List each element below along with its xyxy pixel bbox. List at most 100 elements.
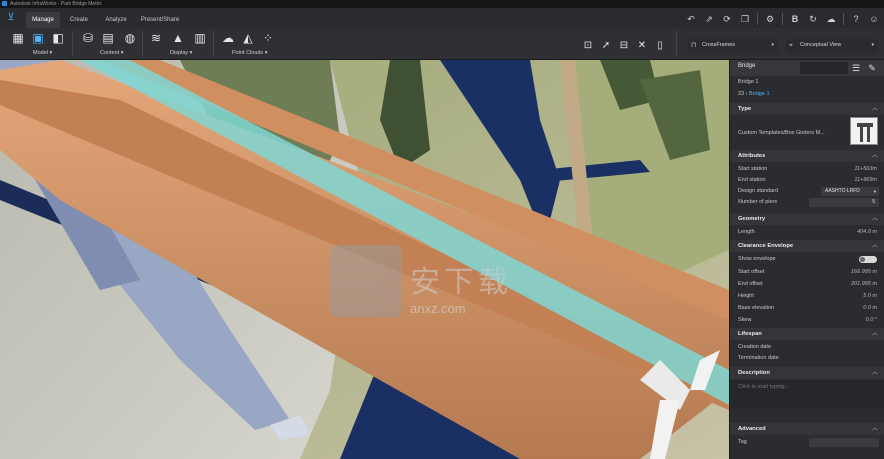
ribbon-divider [142,31,143,57]
start-offset-value[interactable]: 166.995 m [851,267,877,278]
chevron-down-icon: ▾ [873,189,876,194]
tab-create[interactable]: Create [62,12,96,28]
base-elevation-row: Base elevation 0.0 m [730,303,884,314]
sync-icon[interactable]: ↻ [807,13,819,25]
point-cloud-import-icon[interactable]: ☁ [220,30,236,46]
toolbar-divider [757,13,758,25]
panel-header: Bridge ☰ ✎ [730,60,884,76]
infraworks-logo-icon[interactable]: ⊻ [6,12,16,24]
cloud-icon[interactable]: ☁ [825,13,837,25]
end-station-value[interactable]: 11+969m [854,175,877,186]
panel-search-input[interactable] [800,62,848,74]
length-value: 404.0 m [857,229,877,235]
model-properties-icon[interactable]: ▣ [30,30,46,46]
ribbon-divider [213,31,214,57]
data-sources-icon[interactable]: ⛁ [80,30,96,46]
ribbon-divider [676,31,677,57]
layers-icon[interactable]: ≋ [148,30,164,46]
duplicate-icon[interactable]: ❐ [739,13,751,25]
toolbar-divider [782,13,783,25]
section-advanced[interactable]: Advanced ︿ [730,423,884,435]
menu-icon[interactable]: ☰ [850,62,862,74]
creation-date-row[interactable]: Creation date [730,342,884,353]
height-value[interactable]: 5.0 m [863,291,877,302]
watermark: 安下载 anxz.com [330,245,560,335]
num-piers-row: Number of piers 5 [730,197,884,208]
point-cloud-modeling-icon[interactable]: ⁘ [260,30,276,46]
section-lifespan[interactable]: Lifespan ︿ [730,328,884,340]
measure-icon[interactable]: ⊟ [616,38,632,54]
tab-manage[interactable]: Manage [26,12,60,28]
ribbon-divider [72,31,73,57]
point-cloud-terrain-icon[interactable]: ◭ [240,30,256,46]
ribbon-group-display[interactable]: Display ▾ [170,49,192,58]
tab-analyze[interactable]: Analyze [98,12,134,28]
design-standard-select[interactable]: AASHTO LRFD ▾ [821,187,879,196]
skew-value[interactable]: 0.0 ° [866,315,877,326]
chevron-up-icon: ︿ [871,370,878,376]
ribbon-group-point-clouds[interactable]: Point Clouds ▾ [232,49,267,58]
terrain-icon[interactable]: ▲ [170,30,186,46]
properties-panel: Bridge ☰ ✎ Bridge 1 23 › Bridge 1 Type ︿ … [729,60,884,459]
length-row: Length 404.0 m [730,227,884,238]
presentation-icon[interactable]: ⊡ [580,38,596,54]
section-description[interactable]: Description ︿ [730,367,884,379]
3d-viewport[interactable]: 安下载 anxz.com [0,60,729,459]
help-icon[interactable]: ? [850,13,862,25]
chevron-up-icon: ︿ [871,243,878,249]
app-window: Autodesk InfraWorks - Park Bridge Metric… [0,0,884,459]
style-dropdown[interactable]: ⊓ CrossFrames ▾ [688,39,778,52]
ribbon-group-model[interactable]: Model ▾ [33,49,52,58]
tools-icon[interactable]: ✕ [634,38,650,54]
chevron-up-icon: ︿ [871,153,878,159]
start-station-value[interactable]: 11+563m [854,164,877,175]
description-input[interactable]: Click to start typing... [730,380,884,408]
show-envelope-row: Show envelope [730,254,884,265]
undo-icon[interactable]: ↶ [685,13,697,25]
app-logo-icon [2,1,7,6]
tab-present-share[interactable]: Present/Share [136,12,184,28]
section-geometry[interactable]: Geometry ︿ [730,213,884,225]
select-arrow-icon[interactable]: ➚ [598,38,614,54]
globe-icon[interactable]: ◍ [122,30,138,46]
breadcrumb-root[interactable]: 23 [738,91,744,97]
account-icon[interactable]: ☺ [868,13,880,25]
breadcrumb-current[interactable]: Bridge 1 [749,91,770,97]
refresh-icon[interactable]: ⟳ [721,13,733,25]
view-icon: ⌖ [789,42,793,49]
chevron-up-icon: ︿ [871,106,878,112]
settings-gear-icon[interactable]: ⚙ [764,13,776,25]
watermark-subtext: anxz.com [410,301,466,316]
view-dropdown[interactable]: ⌖ Conceptual View ▾ [786,39,878,52]
tag-row: Tag [730,437,884,448]
end-station-row: End station 11+969m [730,175,884,186]
section-attributes[interactable]: Attributes ︿ [730,150,884,162]
num-piers-input[interactable]: 5 [809,198,879,207]
termination-date-row[interactable]: Termination date [730,353,884,364]
start-station-row: Start station 11+563m [730,164,884,175]
pin-icon[interactable]: ✎ [866,62,878,74]
base-elevation-value[interactable]: 0.0 m [863,303,877,314]
end-offset-value[interactable]: 201.995 m [851,279,877,290]
height-row: Height 5.0 m [730,291,884,302]
ribbon-group-content[interactable]: Content ▾ [100,49,124,58]
share-icon[interactable]: ⇗ [703,13,715,25]
watermark-text: 安下载 [410,265,512,300]
model-builder-icon[interactable]: ▦ [10,30,26,46]
panel-title: Bridge [738,63,756,69]
clipboard-icon[interactable]: ▯ [652,38,668,54]
show-envelope-toggle[interactable] [859,256,877,263]
object-name: Bridge 1 [738,79,759,85]
section-type[interactable]: Type ︿ [730,103,884,115]
style-icon: ⊓ [691,42,697,49]
tag-input[interactable] [809,438,879,447]
design-standard-row: Design standard AASHTO LRFD ▾ [730,186,884,197]
proposals-icon[interactable]: ◧ [50,30,66,46]
breadcrumb: 23 › Bridge 1 [730,89,884,100]
bim360-icon[interactable]: B [789,13,801,25]
section-clearance-envelope[interactable]: Clearance Envelope ︿ [730,240,884,252]
box-girder-thumbnail[interactable] [850,117,878,145]
window-title: Autodesk InfraWorks - Park Bridge Metric [10,1,102,7]
table-icon[interactable]: ▥ [192,30,208,46]
grid-icon[interactable]: ▤ [100,30,116,46]
